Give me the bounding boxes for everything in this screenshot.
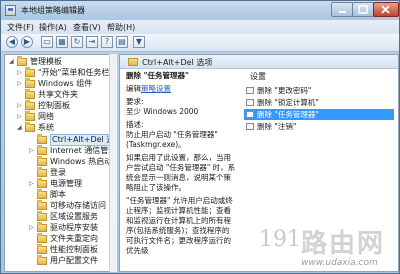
- expand-icon[interactable]: ▷: [17, 112, 22, 122]
- menu-view[interactable]: 查看(V): [73, 22, 101, 33]
- content-header: Ctrl+Alt+Del 选项: [120, 55, 398, 69]
- policy-title: 删除 "任务管理器": [126, 71, 189, 80]
- menu-help[interactable]: 帮助(H): [107, 22, 135, 33]
- policy-description: 删除 "任务管理器" 编辑策略设置 要求: 至少 Windows 2000 描述…: [126, 71, 236, 259]
- requirement-value: 至少 Windows 2000: [126, 107, 199, 116]
- folder-icon: [37, 233, 47, 243]
- expand-icon[interactable]: ▷: [17, 101, 22, 111]
- maximize-button[interactable]: [352, 2, 374, 17]
- folder-icon: [37, 145, 47, 155]
- expand-icon[interactable]: ▷: [29, 146, 34, 156]
- folder-icon: [37, 167, 47, 177]
- setting-item-selected[interactable]: 删除 "任务管理器": [244, 109, 394, 120]
- content-header-title: Ctrl+Alt+Del 选项: [142, 58, 213, 67]
- folder-icon: [25, 67, 35, 77]
- collapse-icon[interactable]: ◢: [9, 57, 14, 67]
- policy-tree[interactable]: ◢ 管理模板 ▷ "开始"菜单和任务栏 ▷ Windows 组件 共享文件夹 ▷…: [4, 54, 117, 272]
- folder-icon: [25, 111, 35, 121]
- folder-icon: [128, 58, 138, 66]
- folder-icon: [37, 178, 47, 188]
- folder-icon: [37, 200, 47, 210]
- toolbar: ◀ ▶ ▭ ▦ ↻ ⇥ ? ▤ ▼: [1, 34, 399, 52]
- watermark-text: 路由网: [301, 229, 386, 259]
- app-icon: [5, 5, 16, 16]
- minimize-button[interactable]: [331, 2, 353, 17]
- expand-icon[interactable]: ▷: [29, 223, 34, 233]
- expand-icon[interactable]: ▷: [29, 179, 34, 189]
- watermark-url: www.udaxia.com: [301, 258, 378, 268]
- requirement-label: 要求:: [126, 97, 144, 106]
- folder-icon: [17, 56, 27, 66]
- folder-icon: [25, 78, 35, 88]
- menu-bar: 文件(F) 操作(A) 查看(V) 帮助(H): [1, 20, 399, 34]
- setting-item[interactable]: 删除 "锁定计算机": [244, 97, 394, 108]
- folder-icon: [25, 122, 35, 132]
- grid-icon[interactable]: ▦: [56, 36, 68, 48]
- group-policy-window: 本地组策略编辑器 文件(F) 操作(A) 查看(V) 帮助(H) ◀ ▶ ▭ ▦…: [0, 0, 400, 274]
- policy-setting-icon: [246, 111, 254, 118]
- folder-icon: [37, 156, 47, 166]
- properties-icon[interactable]: ▤: [116, 36, 128, 48]
- folder-icon: [37, 244, 47, 254]
- folder-icon: [37, 211, 47, 221]
- setting-item[interactable]: 删除 "更改密码": [244, 85, 394, 96]
- folder-icon[interactable]: ▭: [41, 36, 53, 48]
- settings-column-header[interactable]: 设置: [250, 71, 266, 82]
- back-icon[interactable]: ◀: [6, 36, 18, 48]
- description-label: 描述:: [126, 120, 144, 129]
- minimize-icon: [339, 11, 346, 13]
- edit-line: 编辑策略设置: [126, 84, 171, 93]
- title-bar[interactable]: 本地组策略编辑器: [1, 1, 399, 20]
- description-text: 防止用户启动 "任务管理器" (Taskmgr.exe)。: [126, 130, 218, 149]
- filter-icon[interactable]: ▼: [133, 36, 145, 48]
- folder-icon: [37, 134, 47, 144]
- policy-setting-icon: [246, 99, 254, 106]
- folder-icon: [37, 189, 47, 199]
- maximize-icon: [358, 5, 368, 14]
- refresh-icon[interactable]: ↻: [71, 36, 83, 48]
- folder-icon: [25, 100, 35, 110]
- watermark-number: 191: [259, 227, 301, 252]
- help-icon[interactable]: ?: [101, 36, 113, 48]
- folder-icon: [37, 255, 47, 265]
- menu-file[interactable]: 文件(F): [7, 22, 34, 33]
- description-detail-2: "任务管理器" 允许用户启动或终止程序；监视计算机性能；查看和监视运行在计算机上…: [126, 196, 233, 255]
- export-icon[interactable]: ⇥: [86, 36, 98, 48]
- expand-icon[interactable]: ▷: [17, 79, 22, 89]
- setting-item[interactable]: 删除 "注销": [244, 121, 394, 132]
- edit-policy-link[interactable]: 策略设置: [141, 84, 171, 93]
- window-title: 本地组策略编辑器: [21, 6, 85, 15]
- folder-icon: [37, 222, 47, 232]
- collapse-icon[interactable]: ◢: [17, 123, 22, 133]
- folder-icon: [25, 89, 35, 99]
- policy-setting-icon: [246, 87, 254, 94]
- expand-icon[interactable]: ▷: [17, 68, 22, 78]
- close-button[interactable]: [373, 2, 399, 17]
- close-icon: [381, 5, 390, 14]
- menu-action[interactable]: 操作(A): [39, 22, 67, 33]
- policy-setting-icon: [246, 123, 254, 130]
- forward-icon[interactable]: ▶: [21, 36, 33, 48]
- tree-scrollbar[interactable]: [109, 54, 117, 272]
- description-detail-1: 如果启用了此设置，那么，当用户尝试启动 "任务管理器" 时，系统会显示一则消息，…: [126, 153, 236, 192]
